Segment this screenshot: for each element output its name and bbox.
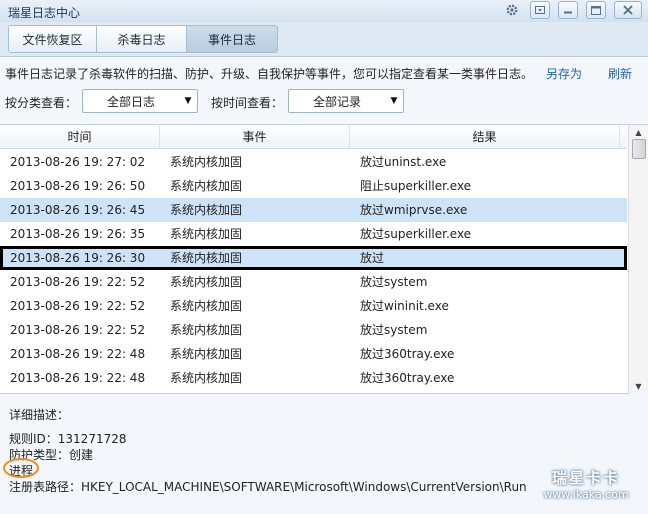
minimize-icon[interactable]: [558, 1, 578, 19]
time-select-value: 全部记录: [312, 94, 361, 109]
watermark-brand: 瑞星卡卡: [551, 469, 620, 487]
cell-time: 2013-08-26 19: 22: 48: [10, 347, 146, 361]
category-select[interactable]: 全部日志 ▼: [82, 89, 198, 113]
table-row[interactable]: 2013-08-26 19: 26: 35 系统内核加固 放过superkill…: [0, 222, 627, 246]
column-header-result[interactable]: 结果: [350, 125, 620, 149]
table-row[interactable]: 2013-08-26 19: 22: 52 系统内核加固 放过system: [0, 270, 627, 294]
event-table: 时间 事件 结果 2013-08-26 19: 27: 02 系统内核加固 放过…: [0, 124, 648, 394]
table-row[interactable]: 2013-08-26 19: 22: 52 系统内核加固 放过system: [0, 318, 627, 342]
time-filter-label: 按时间查看：: [211, 96, 284, 110]
scroll-up-icon[interactable]: ▲: [631, 125, 646, 139]
scroll-down-icon[interactable]: ▼: [631, 379, 646, 393]
cell-time: 2013-08-26 19: 26: 30: [10, 251, 146, 265]
table-header: 时间 事件 结果: [0, 125, 627, 149]
cell-result: 放过system: [360, 275, 428, 289]
cell-time: 2013-08-26 19: 26: 50: [10, 179, 146, 193]
window-title: 瑞星日志中心: [8, 6, 81, 20]
cell-time: 2013-08-26 19: 22: 52: [10, 275, 146, 289]
cell-result: 放过wmiprvse.exe: [360, 203, 468, 217]
cell-event: 系统内核加固: [170, 203, 243, 217]
cell-event: 系统内核加固: [170, 275, 243, 289]
title-bar: 瑞星日志中心: [0, 0, 648, 22]
category-filter-label: 按分类查看：: [5, 96, 78, 110]
tab-file-recovery[interactable]: 文件恢复区: [9, 26, 97, 52]
detail-heading: 详细描述：: [9, 408, 70, 422]
detail-defense-type: 防护类型：创建: [9, 448, 94, 462]
cell-event: 系统内核加固: [170, 323, 243, 337]
event-log-panel: 事件日志记录了杀毒软件的扫描、防护、升级、自我保护等事件，您可以指定查看某一类事…: [0, 56, 648, 514]
column-header-time[interactable]: 时间: [0, 125, 160, 149]
chevron-down-icon: ▼: [184, 96, 192, 106]
cell-time: 2013-08-26 19: 22: 48: [10, 371, 146, 385]
cell-event: 系统内核加固: [170, 251, 243, 265]
detail-description: 详细描述： 规则ID：131271728 防护类型：创建 进程 注册表路径：HK…: [9, 407, 527, 495]
gear-icon[interactable]: [502, 1, 522, 19]
category-select-value: 全部日志: [106, 94, 155, 109]
detail-object: 进程: [9, 464, 34, 478]
table-row[interactable]: 2013-08-26 19: 22: 52 系统内核加固 放过wininit.e…: [0, 294, 627, 318]
cell-time: 2013-08-26 19: 26: 35: [10, 227, 146, 241]
vertical-scrollbar[interactable]: ▲ ▼: [628, 125, 648, 394]
cell-result: 放过superkiller.exe: [360, 227, 472, 241]
cell-result: 放过uninst.exe: [360, 155, 447, 169]
tab-bar: 文件恢复区 杀毒日志 事件日志: [8, 25, 278, 53]
annotation-circle: [3, 458, 39, 478]
cell-event: 系统内核加固: [170, 227, 243, 241]
tab-scan-log[interactable]: 杀毒日志: [97, 26, 187, 52]
cell-result: 放过system: [360, 323, 428, 337]
table-row[interactable]: 2013-08-26 19: 26: 50 系统内核加固 阻止superkill…: [0, 174, 627, 198]
cell-event: 系统内核加固: [170, 371, 243, 385]
cell-event: 系统内核加固: [170, 179, 243, 193]
tab-event-log[interactable]: 事件日志: [187, 26, 277, 52]
watermark-url: www.ikaka.com: [543, 488, 629, 501]
cell-result: 放过360tray.exe: [360, 371, 455, 385]
cell-result: 放过: [360, 251, 385, 265]
cell-result: 阻止superkiller.exe: [360, 179, 472, 193]
cell-event: 系统内核加固: [170, 155, 243, 169]
dropdown-icon[interactable]: [530, 1, 550, 19]
cell-time: 2013-08-26 19: 26: 45: [10, 203, 146, 217]
detail-rule-id: 规则ID：131271728: [9, 432, 127, 446]
cell-event: 系统内核加固: [170, 299, 243, 313]
table-row[interactable]: 2013-08-26 19: 22: 48 系统内核加固 放过360tray.e…: [0, 342, 627, 366]
intro-text: 事件日志记录了杀毒软件的扫描、防护、升级、自我保护等事件，您可以指定查看某一类事…: [5, 67, 534, 81]
table-row[interactable]: 2013-08-26 19: 27: 02 系统内核加固 放过uninst.ex…: [0, 150, 627, 174]
column-header-event[interactable]: 事件: [160, 125, 350, 149]
cell-time: 2013-08-26 19: 27: 02: [10, 155, 146, 169]
close-icon[interactable]: [614, 1, 642, 19]
maximize-icon[interactable]: [586, 1, 606, 19]
time-select[interactable]: 全部记录 ▼: [288, 89, 404, 113]
save-as-link[interactable]: 另存为: [546, 65, 582, 82]
chevron-down-icon: ▼: [390, 96, 398, 106]
cell-result: 放过360tray.exe: [360, 347, 455, 361]
site-watermark: 瑞星卡卡 www.ikaka.com: [528, 467, 644, 507]
table-body: 2013-08-26 19: 27: 02 系统内核加固 放过uninst.ex…: [0, 150, 627, 390]
cell-event: 系统内核加固: [170, 347, 243, 361]
cell-result: 放过wininit.exe: [360, 299, 449, 313]
table-row-selected[interactable]: 2013-08-26 19: 26: 45 系统内核加固 放过wmiprvse.…: [0, 198, 627, 222]
cell-time: 2013-08-26 19: 22: 52: [10, 299, 146, 313]
cell-time: 2013-08-26 19: 22: 52: [10, 323, 146, 337]
table-row-highlighted[interactable]: 2013-08-26 19: 26: 30 系统内核加固 放过: [0, 246, 627, 270]
scrollbar-thumb[interactable]: [632, 139, 646, 159]
table-row[interactable]: 2013-08-26 19: 22: 48 系统内核加固 放过360tray.e…: [0, 366, 627, 390]
detail-registry-path: 注册表路径：HKEY_LOCAL_MACHINE\SOFTWARE\Micros…: [9, 480, 527, 494]
refresh-link[interactable]: 刷新: [608, 65, 632, 82]
